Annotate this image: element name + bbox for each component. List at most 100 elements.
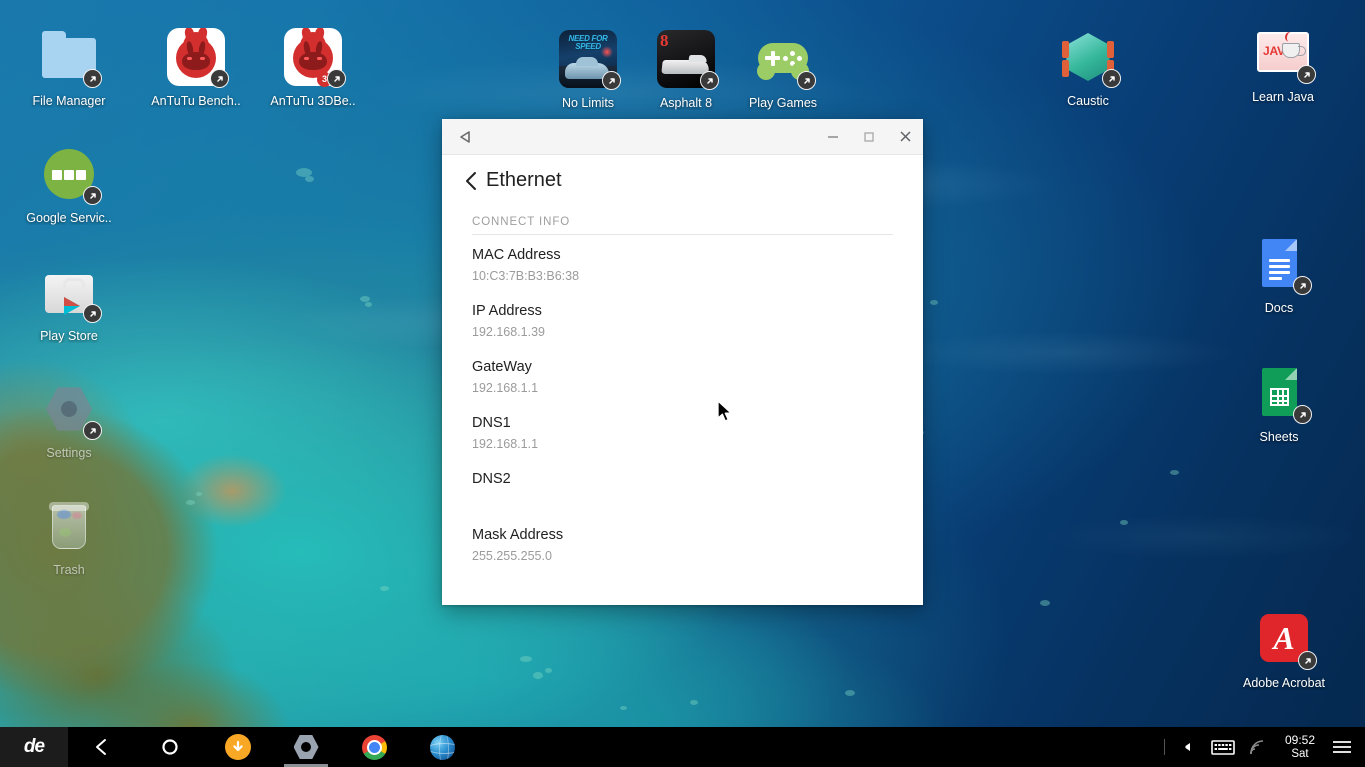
desktop-icon-play-games[interactable]: Play Games	[728, 30, 838, 110]
shortcut-badge-icon	[83, 186, 102, 205]
info-row[interactable]: DNS1 192.168.1.1	[442, 403, 923, 459]
desktop-icon-label: Learn Java	[1252, 90, 1314, 104]
hamburger-menu-icon	[1333, 741, 1351, 753]
square-2	[64, 170, 74, 180]
desktop-icon-label: Play Store	[40, 329, 98, 343]
window-close-button[interactable]	[887, 119, 923, 155]
rabbit-face	[182, 40, 210, 70]
desktop-icon-label: Settings	[46, 446, 92, 460]
shortcut-badge-icon	[1102, 69, 1121, 88]
taskbar-downloads-button[interactable]	[204, 727, 272, 767]
square-3	[76, 170, 86, 180]
desktop-icon-label: Adobe Acrobat	[1242, 676, 1325, 690]
button-right	[797, 56, 802, 61]
taskbar-apps[interactable]	[68, 727, 476, 767]
desktop-icon-asphalt-8[interactable]: 8 Asphalt 8	[631, 30, 741, 110]
steam-swirl	[1284, 31, 1296, 43]
window-minimize-button[interactable]	[815, 119, 851, 155]
info-row[interactable]: GateWay 192.168.1.1	[442, 347, 923, 403]
docs-art	[1250, 235, 1312, 295]
shortcut-badge-icon	[1293, 405, 1312, 424]
desktop[interactable]: File Manager AnTuTu Bench.. 3 AnTuTu 3DBe..…	[0, 0, 1365, 767]
spreadsheet-grid	[1270, 388, 1289, 406]
car	[661, 60, 710, 74]
reef-speck	[533, 672, 543, 679]
desktop-icon-adobe-acrobat[interactable]: A Adobe Acrobat	[1229, 610, 1339, 690]
reef-speck	[1040, 600, 1050, 606]
chrome-icon	[361, 734, 387, 760]
header-back-button[interactable]	[460, 171, 482, 191]
window-maximize-button[interactable]	[851, 119, 887, 155]
desktop-icon-file-manager[interactable]: File Manager	[14, 28, 124, 108]
window-titlebar[interactable]	[442, 119, 923, 155]
caustic-edge-bl	[1062, 60, 1069, 77]
taskbar-back-button[interactable]	[68, 727, 136, 767]
grid-row-1	[1272, 395, 1287, 397]
reef-speck	[930, 300, 938, 305]
dpad-vertical	[770, 51, 775, 66]
learn-java-art: JAVA	[1254, 24, 1316, 84]
maximize-icon	[864, 131, 874, 142]
ear-left	[185, 40, 195, 56]
tray-volume-button[interactable]	[1171, 727, 1205, 767]
tray-clock[interactable]: 09:52 Sat	[1275, 733, 1325, 761]
sheets-icon	[1262, 368, 1297, 416]
ethernet-settings-window[interactable]: Ethernet CONNECT INFO MAC Address 10:C3:7…	[442, 119, 923, 605]
desktop-icon-caustic[interactable]: Caustic	[1033, 28, 1143, 108]
file-manager-art	[40, 28, 102, 88]
tray-wifi-button[interactable]	[1241, 727, 1275, 767]
globe-icon	[429, 734, 455, 760]
antutu-3dbench-art: 3	[284, 28, 346, 88]
reef-speck	[305, 176, 314, 182]
chevron-left-icon	[465, 171, 476, 190]
info-row[interactable]: Mask Address 255.255.255.0	[442, 515, 923, 571]
reef-speck	[1170, 470, 1179, 475]
info-value: 192.168.1.1	[472, 381, 539, 395]
taskbar-browser-button[interactable]	[408, 727, 476, 767]
desktop-icon-sheets[interactable]: Sheets	[1224, 364, 1334, 444]
text-line-2	[1269, 265, 1290, 268]
sheets-art	[1250, 364, 1312, 424]
page-title: Ethernet	[486, 169, 562, 191]
rabbit-face	[299, 40, 327, 70]
titlebar-back-button[interactable]	[448, 119, 484, 155]
tray-divider	[1163, 739, 1165, 755]
desktop-icon-no-limits[interactable]: NEED FOR SPEED No Limits	[533, 30, 643, 110]
info-row[interactable]: IP Address 192.168.1.39	[442, 291, 923, 347]
desktop-icon-antutu-3dbench[interactable]: 3 AnTuTu 3DBe..	[258, 28, 368, 108]
desktop-icon-learn-java[interactable]: JAVA Learn Java	[1228, 24, 1338, 104]
number-8: 8	[660, 31, 669, 50]
info-value: 255.255.255.0	[472, 549, 552, 563]
text-line-1	[1269, 259, 1290, 262]
desktop-icon-google-services[interactable]: Google Servic..	[14, 145, 124, 225]
desktop-icon-antutu-benchmark[interactable]: AnTuTu Bench..	[141, 28, 251, 108]
reef-speck	[690, 700, 698, 705]
taskbar-home-button[interactable]	[136, 727, 204, 767]
taskbar-chrome-button[interactable]	[340, 727, 408, 767]
shortcut-badge-icon	[700, 71, 719, 90]
desktop-icon-label: Play Games	[748, 96, 818, 110]
connect-info-list: MAC Address 10:C3:7B:B3:B6:38 IP Address 19…	[442, 235, 923, 571]
desktop-icon-trash[interactable]: Trash	[14, 497, 124, 577]
info-row[interactable]: DNS2	[442, 459, 923, 515]
desktop-icon-play-store[interactable]: Play Store	[14, 263, 124, 343]
tray-keyboard-button[interactable]	[1205, 727, 1241, 767]
taskbar-settings-button[interactable]	[272, 727, 340, 767]
shortcut-badge-icon	[1297, 65, 1316, 84]
button-left	[783, 56, 788, 61]
download-icon	[225, 734, 251, 760]
desktop-icon-label: No Limits	[561, 96, 615, 110]
desktop-icon-docs[interactable]: Docs	[1224, 235, 1334, 315]
taskbar[interactable]: de 09:52 Sat	[0, 727, 1365, 767]
desktop-icon-settings[interactable]: Settings	[14, 380, 124, 460]
light-flare	[601, 46, 613, 58]
shortcut-badge-icon	[210, 69, 229, 88]
reef-speck	[845, 690, 855, 696]
reef-speck	[380, 586, 389, 591]
desktop-icon-label: Asphalt 8	[659, 96, 713, 110]
desktop-icon-label: Sheets	[1259, 430, 1299, 444]
tray-menu-button[interactable]	[1325, 727, 1359, 767]
launcher-button[interactable]: de	[0, 727, 68, 767]
system-tray[interactable]: 09:52 Sat	[1162, 727, 1365, 767]
info-row[interactable]: MAC Address 10:C3:7B:B3:B6:38	[442, 235, 923, 291]
